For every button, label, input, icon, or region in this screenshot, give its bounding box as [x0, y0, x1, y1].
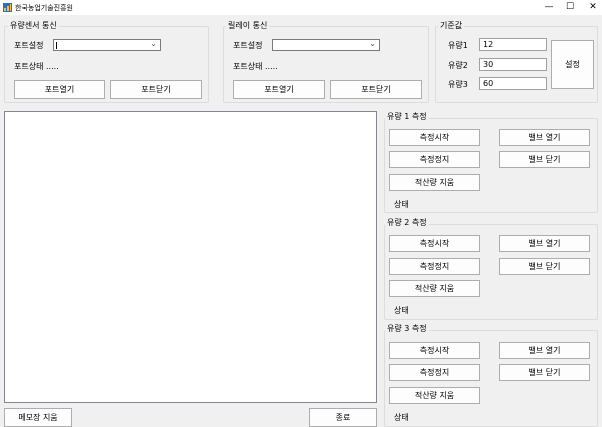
- relay-port-close-button[interactable]: 포트닫기: [330, 80, 422, 99]
- flow1-legend: 유량 1 측정: [385, 111, 429, 122]
- flow2-start-button[interactable]: 측정시작: [389, 235, 480, 252]
- flow3-legend: 유량 3 측정: [385, 323, 429, 334]
- flow1-stop-button[interactable]: 측정정지: [389, 151, 480, 168]
- chevron-down-icon: ⌄: [369, 39, 376, 48]
- app-icon: [3, 3, 12, 12]
- flow2-reference-input[interactable]: 30: [479, 58, 547, 71]
- flow3-status: 상태: [394, 413, 409, 422]
- sensor-port-close-button[interactable]: 포트닫기: [110, 80, 202, 99]
- relay-comm-legend: 릴레이 통신: [226, 20, 270, 31]
- flow3-valve-close-button[interactable]: 밸브 닫기: [499, 364, 590, 381]
- sensor-port-setting-label: 포트설정: [14, 41, 44, 50]
- sensor-comm-legend: 유량센서 통신: [8, 20, 59, 31]
- flow3-reference-label: 유량3: [448, 80, 468, 89]
- title-bar: [0, 0, 602, 15]
- flow2-stop-button[interactable]: 측정정지: [389, 258, 480, 275]
- flow1-start-button[interactable]: 측정시작: [389, 129, 480, 146]
- sensor-port-select[interactable]: ⌄: [53, 39, 161, 51]
- flow1-valve-open-button[interactable]: 밸브 열기: [499, 129, 590, 146]
- text-caret: [56, 42, 57, 49]
- flow1-valve-close-button[interactable]: 밸브 닫기: [499, 151, 590, 168]
- window-title: 한국농업기술진흥원: [15, 4, 73, 12]
- memo-textarea[interactable]: [4, 111, 377, 403]
- flow2-valve-close-button[interactable]: 밸브 닫기: [499, 258, 590, 275]
- sensor-port-open-button[interactable]: 포트열기: [14, 80, 105, 99]
- flow2-status: 상태: [394, 306, 409, 315]
- flow3-start-button[interactable]: 측정시작: [389, 342, 480, 359]
- flow2-legend: 유량 2 측정: [385, 217, 429, 228]
- reference-legend: 기준값: [438, 20, 465, 31]
- relay-port-select[interactable]: ⌄: [272, 39, 380, 51]
- close-window-button[interactable]: ✕: [578, 0, 602, 15]
- flow3-stop-button[interactable]: 측정정지: [389, 364, 480, 381]
- reference-set-button[interactable]: 설정: [551, 40, 594, 89]
- flow2-valve-open-button[interactable]: 밸브 열기: [499, 235, 590, 252]
- clear-memo-button[interactable]: 메모장 지움: [4, 408, 72, 427]
- flow2-erase-total-button[interactable]: 적산량 지움: [389, 280, 480, 297]
- flow3-valve-open-button[interactable]: 밸브 열기: [499, 342, 590, 359]
- chevron-down-icon: ⌄: [150, 39, 157, 48]
- flow2-reference-label: 유량2: [448, 61, 468, 70]
- relay-port-setting-label: 포트설정: [233, 41, 263, 50]
- exit-button[interactable]: 종료: [309, 408, 377, 427]
- sensor-port-status: 포트상태 .....: [14, 62, 59, 71]
- flow1-status: 상태: [394, 200, 409, 209]
- relay-port-status: 포트상태 .....: [233, 62, 278, 71]
- flow1-erase-total-button[interactable]: 적산량 지움: [389, 174, 480, 191]
- flow1-reference-input[interactable]: 12: [479, 38, 547, 51]
- flow3-reference-input[interactable]: 60: [479, 77, 547, 90]
- flow1-reference-label: 유량1: [448, 41, 468, 50]
- relay-port-open-button[interactable]: 포트열기: [233, 80, 325, 99]
- flow3-erase-total-button[interactable]: 적산량 지움: [389, 387, 480, 404]
